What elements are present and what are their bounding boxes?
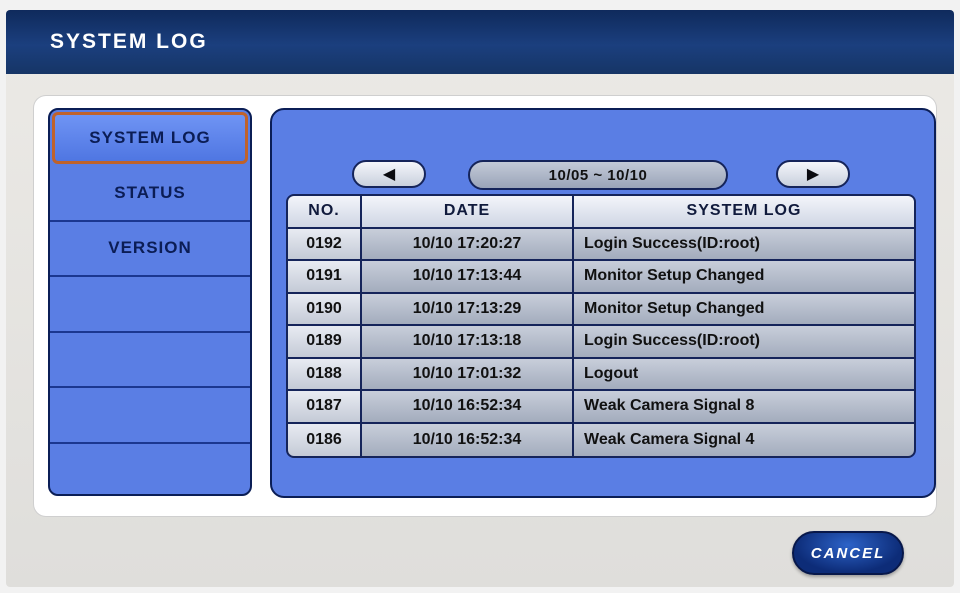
triangle-right-icon: ▶ <box>806 166 820 183</box>
cancel-button[interactable]: CANCEL <box>792 531 904 575</box>
table-row[interactable]: 0188 10/10 17:01:32 Logout <box>288 358 914 391</box>
log-date: 10/10 16:52:34 <box>362 423 574 456</box>
log-message: Monitor Setup Changed <box>574 261 914 292</box>
sidebar-item-empty <box>50 444 250 495</box>
system-log-table: NO. DATE SYSTEM LOG 0192 10/10 17:20:27 … <box>286 194 916 458</box>
log-content-panel: ◀ 10/05 ~ 10/10 ▶ NO. DATE SYSTEM LOG 01… <box>270 108 936 498</box>
column-header-date: DATE <box>362 196 574 227</box>
log-message: Login Success(ID:root) <box>574 228 914 259</box>
log-date: 10/10 16:52:34 <box>362 391 574 422</box>
log-date: 10/10 17:13:44 <box>362 261 574 292</box>
next-page-button[interactable]: ▶ <box>776 160 850 188</box>
sidebar-item-empty <box>50 388 250 444</box>
log-message: Login Success(ID:root) <box>574 326 914 357</box>
previous-page-button[interactable]: ◀ <box>352 160 426 188</box>
sidebar-item-empty <box>50 333 250 388</box>
sidebar-item-status[interactable]: STATUS <box>50 166 250 222</box>
title-bar: SYSTEM LOG <box>6 10 954 74</box>
log-message: Weak Camera Signal 8 <box>574 391 914 422</box>
column-header-no: NO. <box>288 196 362 227</box>
table-row[interactable]: 0187 10/10 16:52:34 Weak Camera Signal 8 <box>288 391 914 424</box>
log-number: 0191 <box>288 261 362 292</box>
sidebar-menu: SYSTEM LOG STATUS VERSION <box>48 108 252 496</box>
window-title: SYSTEM LOG <box>50 30 208 53</box>
table-row[interactable]: 0191 10/10 17:13:44 Monitor Setup Change… <box>288 261 914 294</box>
sidebar-item-label: STATUS <box>114 182 186 202</box>
log-number: 0187 <box>288 391 362 422</box>
log-message: Weak Camera Signal 4 <box>574 423 914 456</box>
sidebar-item-version[interactable]: VERSION <box>50 222 250 277</box>
log-date: 10/10 17:13:29 <box>362 293 574 324</box>
log-message: Logout <box>574 358 914 389</box>
log-number: 0188 <box>288 358 362 389</box>
table-row[interactable]: 0192 10/10 17:20:27 Login Success(ID:roo… <box>288 228 914 261</box>
table-header-row: NO. DATE SYSTEM LOG <box>288 196 914 229</box>
sidebar-item-empty <box>50 277 250 333</box>
log-message: Monitor Setup Changed <box>574 293 914 324</box>
log-date: 10/10 17:13:18 <box>362 326 574 357</box>
table-row[interactable]: 0190 10/10 17:13:29 Monitor Setup Change… <box>288 293 914 326</box>
log-number: 0186 <box>288 423 362 456</box>
date-range-display: 10/05 ~ 10/10 <box>468 160 728 190</box>
sidebar-item-label: VERSION <box>108 238 192 258</box>
triangle-left-icon: ◀ <box>382 166 396 183</box>
log-number: 0192 <box>288 228 362 259</box>
log-number: 0189 <box>288 326 362 357</box>
log-number: 0190 <box>288 293 362 324</box>
sidebar-item-label: SYSTEM LOG <box>89 128 211 147</box>
log-date: 10/10 17:01:32 <box>362 358 574 389</box>
table-row[interactable]: 0189 10/10 17:13:18 Login Success(ID:roo… <box>288 326 914 359</box>
column-header-system-log: SYSTEM LOG <box>574 196 914 227</box>
table-row[interactable]: 0186 10/10 16:52:34 Weak Camera Signal 4 <box>288 423 914 456</box>
sidebar-item-system-log[interactable]: SYSTEM LOG <box>52 112 248 164</box>
log-date: 10/10 17:20:27 <box>362 228 574 259</box>
